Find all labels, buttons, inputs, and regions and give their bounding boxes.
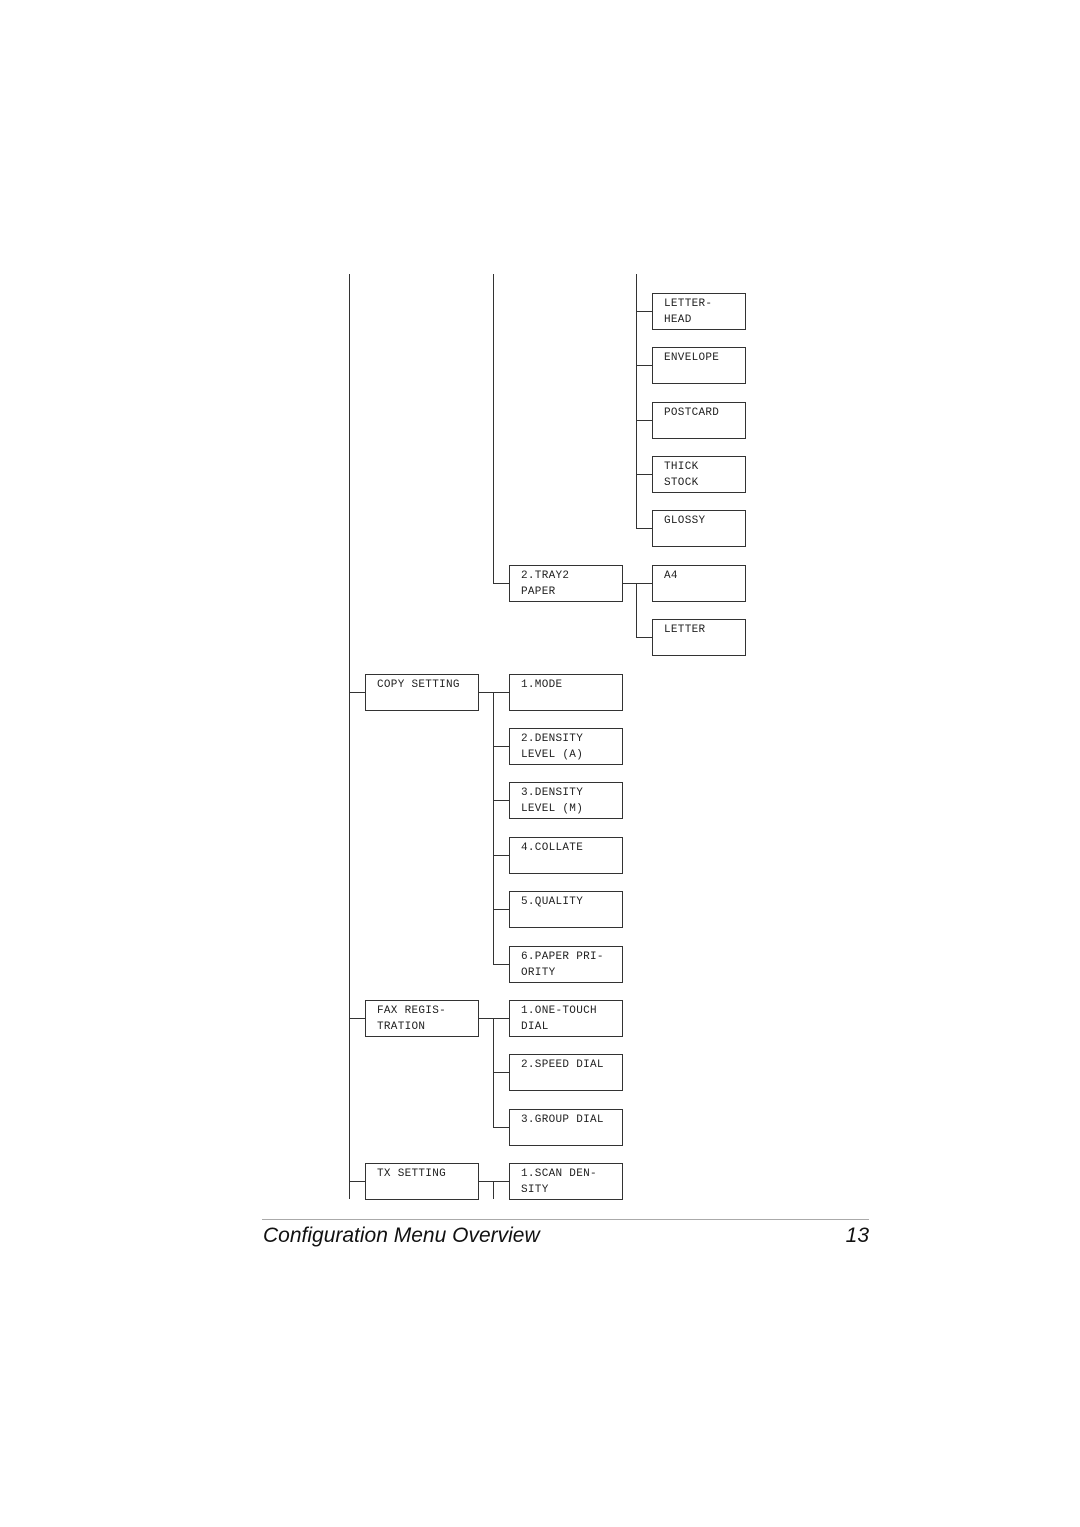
connector: [349, 1018, 365, 1019]
menu-item-paper-priority: 6.PAPER PRI- ORITY: [509, 946, 623, 983]
connector: [493, 746, 509, 747]
connector: [636, 637, 652, 638]
tree-branch-line-level2: [493, 274, 494, 584]
connector: [636, 528, 652, 529]
connector: [636, 311, 652, 312]
menu-item-mode: 1.MODE: [509, 674, 623, 711]
connector: [493, 964, 509, 965]
footer-title: Configuration Menu Overview: [263, 1224, 540, 1247]
menu-item-tray2-paper: 2.TRAY2 PAPER: [509, 565, 623, 602]
menu-item-fax-registration: FAX REGIS- TRATION: [365, 1000, 479, 1037]
menu-item-a4: A4: [652, 565, 746, 602]
connector: [349, 1181, 365, 1182]
footer-divider: [262, 1219, 869, 1220]
connector: [622, 583, 652, 584]
menu-item-scan-density: 1.SCAN DEN- SITY: [509, 1163, 623, 1200]
connector: [493, 800, 509, 801]
menu-item-letterhead: LETTER- HEAD: [652, 293, 746, 330]
connector: [636, 420, 652, 421]
menu-item-postcard: POSTCARD: [652, 402, 746, 439]
menu-item-group-dial: 3.GROUP DIAL: [509, 1109, 623, 1146]
menu-item-tx-setting: TX SETTING: [365, 1163, 479, 1200]
connector: [493, 855, 509, 856]
connector: [493, 583, 509, 584]
menu-item-one-touch-dial: 1.ONE-TOUCH DIAL: [509, 1000, 623, 1037]
connector: [493, 1181, 494, 1199]
connector: [493, 1072, 509, 1073]
connector: [493, 1018, 494, 1128]
menu-item-density-level-m: 3.DENSITY LEVEL (M): [509, 782, 623, 819]
menu-item-glossy: GLOSSY: [652, 510, 746, 547]
tree-trunk-line: [349, 274, 350, 1199]
tree-branch-line-level3: [636, 274, 637, 529]
connector: [493, 692, 494, 965]
connector: [493, 909, 509, 910]
menu-item-collate: 4.COLLATE: [509, 837, 623, 874]
menu-item-density-level-a: 2.DENSITY LEVEL (A): [509, 728, 623, 765]
menu-item-copy-setting: COPY SETTING: [365, 674, 479, 711]
connector: [349, 692, 365, 693]
connector: [636, 474, 652, 475]
menu-item-thick-stock: THICK STOCK: [652, 456, 746, 493]
menu-item-speed-dial: 2.SPEED DIAL: [509, 1054, 623, 1091]
page-number: 13: [845, 1224, 869, 1247]
menu-item-envelope: ENVELOPE: [652, 347, 746, 384]
menu-item-quality: 5.QUALITY: [509, 891, 623, 928]
menu-item-letter: LETTER: [652, 619, 746, 656]
connector: [636, 365, 652, 366]
connector: [493, 1127, 509, 1128]
connector: [636, 583, 637, 638]
